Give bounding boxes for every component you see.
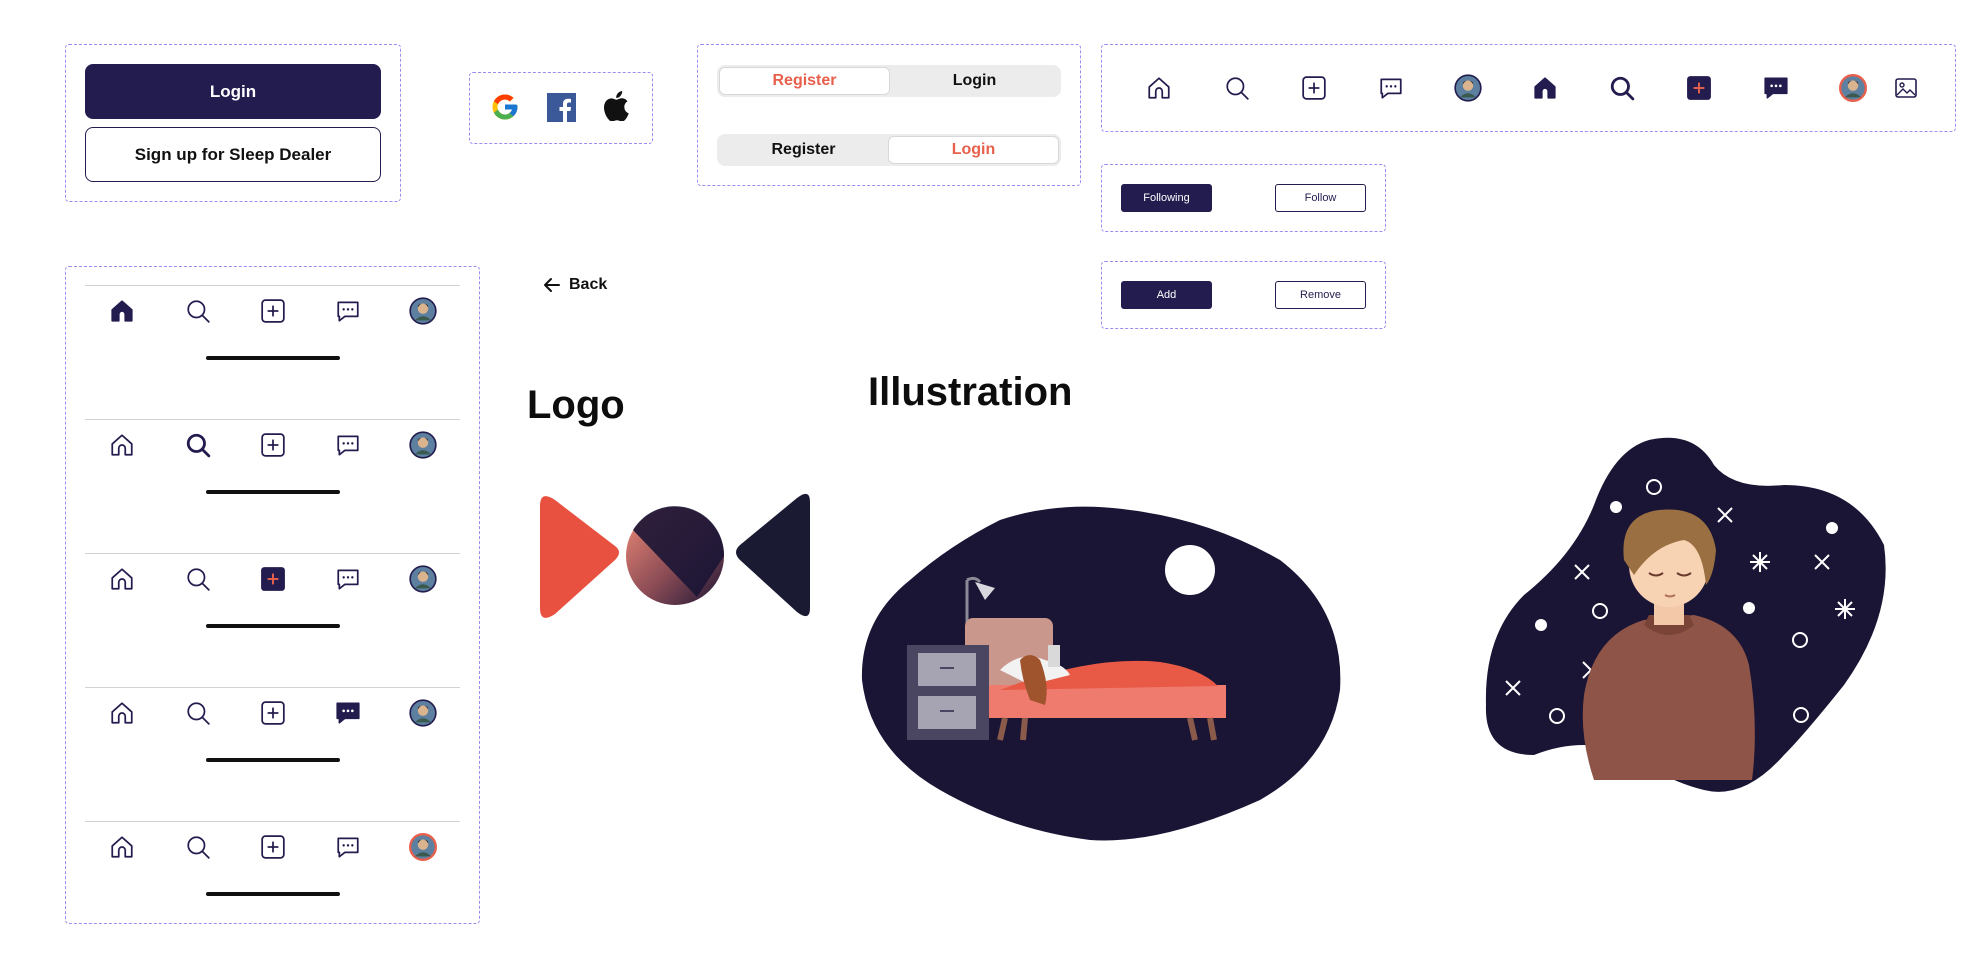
- remove-button[interactable]: Remove: [1275, 281, 1366, 309]
- facebook-icon[interactable]: [547, 93, 576, 122]
- tab-login[interactable]: Login: [890, 67, 1059, 95]
- search-icon[interactable]: [185, 834, 211, 860]
- home-icon[interactable]: [109, 432, 135, 458]
- tab-register[interactable]: Register: [719, 67, 890, 95]
- arrow-left-icon: [544, 278, 560, 292]
- search-icon[interactable]: [185, 298, 211, 324]
- home-icon[interactable]: [1146, 75, 1172, 101]
- add-filled-icon[interactable]: [1686, 75, 1712, 101]
- message-icon[interactable]: [335, 566, 361, 592]
- message-icon[interactable]: [335, 432, 361, 458]
- nav-divider: [85, 821, 460, 822]
- home-indicator: [206, 758, 340, 762]
- add-icon[interactable]: [260, 432, 286, 458]
- add-icon[interactable]: [260, 834, 286, 860]
- meditation-illustration: [1485, 437, 1886, 792]
- avatar-icon[interactable]: [409, 431, 437, 459]
- bed-illustration: [861, 506, 1341, 841]
- search-icon[interactable]: [185, 700, 211, 726]
- home-icon[interactable]: [109, 566, 135, 592]
- back-label: Back: [569, 276, 608, 293]
- logo-section-title: Logo: [527, 383, 625, 427]
- apple-icon[interactable]: [603, 91, 629, 121]
- avatar-icon[interactable]: [409, 699, 437, 727]
- home-indicator: [206, 490, 340, 494]
- home-indicator: [206, 356, 340, 360]
- search-icon[interactable]: [1224, 75, 1250, 101]
- illustration-section-title: Illustration: [868, 370, 1073, 414]
- search-icon[interactable]: [185, 566, 211, 592]
- add-icon[interactable]: [260, 700, 286, 726]
- tab-switch-login-active: Register Login: [717, 134, 1061, 166]
- add-icon[interactable]: [1301, 75, 1327, 101]
- image-icon[interactable]: [1894, 76, 1918, 100]
- avatar-icon[interactable]: [409, 297, 437, 325]
- avatar-active-icon[interactable]: [409, 833, 437, 861]
- google-icon[interactable]: [490, 92, 520, 122]
- home-icon[interactable]: [109, 700, 135, 726]
- avatar-active-icon[interactable]: [1839, 74, 1867, 102]
- message-icon[interactable]: [335, 834, 361, 860]
- login-button[interactable]: Login: [85, 64, 381, 119]
- add-icon[interactable]: [260, 298, 286, 324]
- tab-login[interactable]: Login: [888, 136, 1059, 164]
- message-filled-icon[interactable]: [1763, 75, 1789, 101]
- tab-switch-register-active: Register Login: [717, 65, 1061, 97]
- add-filled-icon[interactable]: [260, 566, 286, 592]
- nav-divider: [85, 687, 460, 688]
- brand-logo: [540, 493, 810, 618]
- search-bold-icon[interactable]: [185, 432, 211, 458]
- home-filled-icon[interactable]: [1532, 75, 1558, 101]
- signup-button[interactable]: Sign up for Sleep Dealer: [85, 127, 381, 182]
- message-icon[interactable]: [1378, 75, 1404, 101]
- home-indicator: [206, 892, 340, 896]
- home-indicator: [206, 624, 340, 628]
- nav-divider: [85, 553, 460, 554]
- home-icon[interactable]: [109, 834, 135, 860]
- nav-divider: [85, 285, 460, 286]
- avatar-icon[interactable]: [409, 565, 437, 593]
- add-button[interactable]: Add: [1121, 281, 1212, 309]
- following-button[interactable]: Following: [1121, 184, 1212, 212]
- nav-divider: [85, 419, 460, 420]
- bottom-nav-variants: [65, 266, 480, 924]
- tab-register[interactable]: Register: [719, 136, 888, 164]
- avatar-icon[interactable]: [1454, 74, 1482, 102]
- search-bold-icon[interactable]: [1609, 75, 1635, 101]
- message-icon[interactable]: [335, 298, 361, 324]
- message-filled-icon[interactable]: [335, 700, 361, 726]
- back-link[interactable]: Back: [543, 276, 607, 294]
- home-filled-icon[interactable]: [109, 298, 135, 324]
- follow-button[interactable]: Follow: [1275, 184, 1366, 212]
